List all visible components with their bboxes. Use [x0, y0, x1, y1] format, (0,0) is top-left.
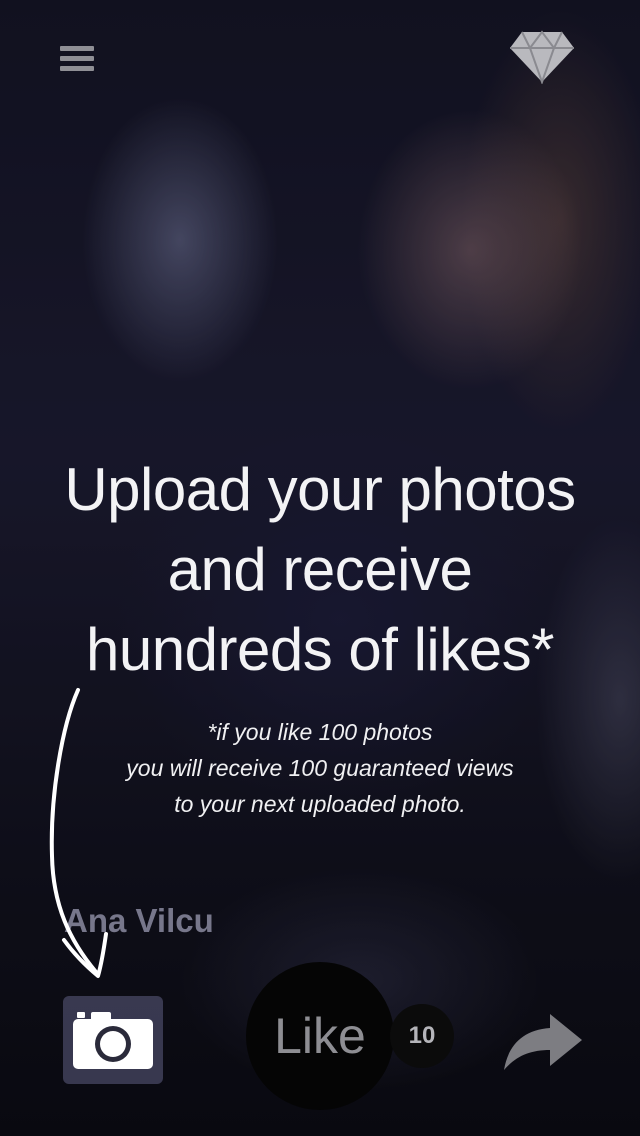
like-label: Like: [274, 1008, 366, 1064]
like-button[interactable]: Like: [246, 962, 394, 1110]
like-count-badge: 10: [390, 1004, 454, 1068]
arrow-icon: [49, 688, 108, 978]
share-arrow-icon[interactable]: [502, 1010, 584, 1072]
camera-icon: [73, 1012, 153, 1069]
menu-icon[interactable]: [60, 44, 94, 72]
headline-text: Upload your photos and receive hundreds …: [64, 456, 576, 683]
camera-upload-button[interactable]: [63, 996, 163, 1084]
diamond-icon[interactable]: [508, 30, 576, 84]
onboarding-screen: Upload your photos and receive hundreds …: [0, 0, 640, 1136]
